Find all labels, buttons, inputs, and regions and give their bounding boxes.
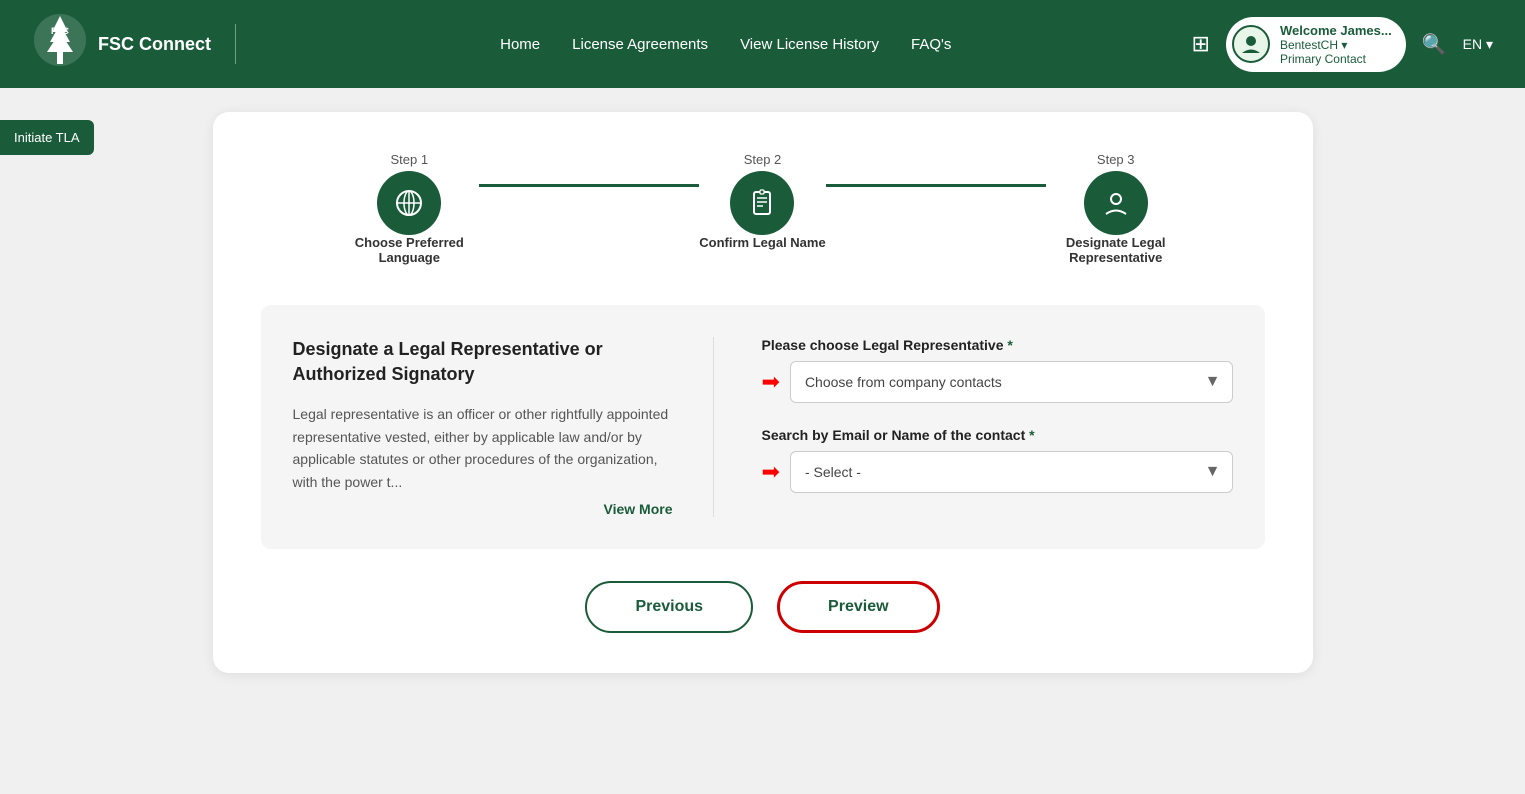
step-3-circle xyxy=(1084,171,1148,235)
user-name: Welcome James... xyxy=(1280,23,1392,38)
form-divider xyxy=(713,337,714,517)
legal-rep-select[interactable]: Choose from company contacts xyxy=(790,361,1233,403)
form-section: Designate a Legal Representative or Auth… xyxy=(261,305,1265,549)
required-mark-1: * xyxy=(1004,337,1013,353)
step-3-label: Designate Legal Representative xyxy=(1046,235,1186,265)
form-description: Legal representative is an officer or ot… xyxy=(293,403,673,493)
step-1: Step 1 Choose Preferred Language xyxy=(339,152,479,265)
grid-icon[interactable]: ⊞ xyxy=(1192,31,1210,57)
search-contact-select-wrapper: - Select - ▼ xyxy=(790,451,1233,493)
main-content: Step 1 Choose Preferred Language Step 2 … xyxy=(0,88,1525,794)
field-legal-rep-row: ➡ Choose from company contacts ▼ xyxy=(762,361,1233,403)
initiate-tla-tab[interactable]: Initiate TLA xyxy=(0,120,94,155)
required-mark-2: * xyxy=(1025,427,1034,443)
user-menu[interactable]: Welcome James... BentestCH ▾ Primary Con… xyxy=(1226,17,1406,72)
field-legal-rep-label: Please choose Legal Representative * xyxy=(762,337,1233,353)
nav-faqs[interactable]: FAQ's xyxy=(911,36,951,53)
user-role: Primary Contact xyxy=(1280,52,1392,66)
wizard-card: Step 1 Choose Preferred Language Step 2 … xyxy=(213,112,1313,673)
preview-button[interactable]: Preview xyxy=(777,581,939,633)
brand-name: FSC Connect xyxy=(98,34,211,55)
stepper: Step 1 Choose Preferred Language Step 2 … xyxy=(261,152,1265,265)
step-2-circle xyxy=(730,171,794,235)
field-search-contact-label: Search by Email or Name of the contact * xyxy=(762,427,1233,443)
step-2-label: Confirm Legal Name xyxy=(699,235,825,250)
form-right: Please choose Legal Representative * ➡ C… xyxy=(754,337,1233,517)
nav-license-agreements[interactable]: License Agreements xyxy=(572,36,708,53)
user-org: BentestCH ▾ xyxy=(1280,38,1392,52)
form-left: Designate a Legal Representative or Auth… xyxy=(293,337,673,517)
header-right: ⊞ Welcome James... BentestCH ▾ Primary C… xyxy=(1192,17,1493,72)
step-2: Step 2 Confirm Legal Name xyxy=(699,152,825,250)
nav-home[interactable]: Home xyxy=(500,36,540,53)
field-legal-rep: Please choose Legal Representative * ➡ C… xyxy=(762,337,1233,403)
main-nav: Home License Agreements View License His… xyxy=(260,36,1192,53)
field-search-contact-row: ➡ - Select - ▼ xyxy=(762,451,1233,493)
arrow-indicator-1: ➡ xyxy=(762,369,780,395)
view-more-link[interactable]: View More xyxy=(293,501,673,517)
field-search-contact: Search by Email or Name of the contact *… xyxy=(762,427,1233,493)
buttons-row: Previous Preview xyxy=(261,581,1265,633)
step-connector-1 xyxy=(479,184,699,187)
header-divider xyxy=(235,24,236,64)
arrow-indicator-2: ➡ xyxy=(762,459,780,485)
avatar xyxy=(1232,25,1270,63)
user-info: Welcome James... BentestCH ▾ Primary Con… xyxy=(1280,23,1392,66)
nav-view-license-history[interactable]: View License History xyxy=(740,36,879,53)
language-selector[interactable]: EN ▾ xyxy=(1463,36,1493,53)
step-1-circle xyxy=(377,171,441,235)
step-3-num: Step 3 xyxy=(1097,152,1135,167)
search-contact-select[interactable]: - Select - xyxy=(790,451,1233,493)
header: FSC FSC Connect Home License Agreements … xyxy=(0,0,1525,88)
step-2-num: Step 2 xyxy=(744,152,782,167)
previous-button[interactable]: Previous xyxy=(585,581,753,633)
step-1-label: Choose Preferred Language xyxy=(339,235,479,265)
step-connector-2 xyxy=(826,184,1046,187)
search-icon[interactable]: 🔍 xyxy=(1422,32,1447,57)
logo-area[interactable]: FSC FSC Connect xyxy=(32,12,211,76)
step-1-num: Step 1 xyxy=(390,152,428,167)
step-3: Step 3 Designate Legal Representative xyxy=(1046,152,1186,265)
form-title: Designate a Legal Representative or Auth… xyxy=(293,337,673,387)
legal-rep-select-wrapper: Choose from company contacts ▼ xyxy=(790,361,1233,403)
